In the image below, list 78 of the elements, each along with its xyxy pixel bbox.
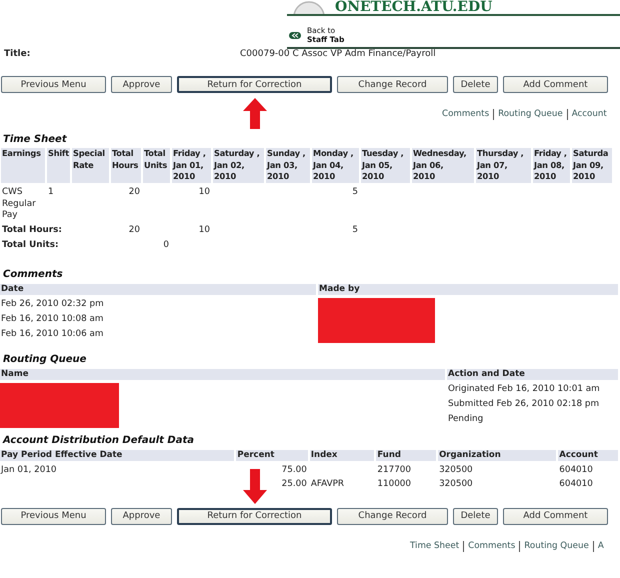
- section-title: Time Sheet: [2, 133, 68, 146]
- earnings-cell: CWS Regular Pay: [2, 187, 36, 220]
- table-cell: 10: [198, 224, 210, 234]
- table-cell: Feb 26, 2010 02:32 pm: [1, 298, 104, 308]
- table-cell: 5: [352, 224, 358, 234]
- table-cell: 1: [48, 187, 54, 197]
- action-button[interactable]: Add Comment: [503, 508, 608, 524]
- nav-link[interactable]: Comments: [442, 109, 494, 120]
- action-button[interactable]: Return for Correction: [177, 508, 332, 524]
- section-title: Account Distribution Default Data: [2, 434, 196, 446]
- section-title: Routing Queue: [2, 352, 88, 366]
- column-header: Action and Date: [447, 368, 618, 380]
- column-header: Wednesday, Jan 06, 2010: [412, 148, 474, 183]
- nav-link[interactable]: A: [592, 540, 608, 552]
- field-label: Title:: [3, 49, 32, 60]
- table-cell: Submitted Feb 26, 2010 02:18 pm: [448, 398, 600, 409]
- column-header: Tuesday , Jan 05, 2010: [361, 148, 410, 183]
- column-header: Fund: [376, 450, 436, 460]
- table-cell: 0: [163, 240, 169, 250]
- column-header: Date: [0, 284, 316, 294]
- table-cell: 604010: [559, 479, 593, 489]
- column-header: Earnings: [1, 148, 45, 183]
- column-header: Monday , Jan 04, 2010: [312, 148, 359, 183]
- table-cell: 320500: [439, 479, 473, 489]
- table-cell: 604010: [559, 464, 593, 474]
- table-cell: 75.00: [282, 464, 307, 474]
- action-button[interactable]: Return for Correction: [177, 76, 332, 93]
- action-button[interactable]: Add Comment: [503, 76, 608, 93]
- nav-link[interactable]: Comments: [463, 540, 520, 552]
- table-cell: Pending: [448, 414, 484, 424]
- column-header: Thursday , Jan 07, 2010: [476, 148, 531, 183]
- table-cell: 20: [128, 187, 140, 197]
- column-header: Shift: [47, 148, 70, 183]
- column-header: Index: [310, 450, 374, 460]
- site-logo-text[interactable]: ONETECH.ATU.EDU: [335, 0, 492, 14]
- column-header: Pay Period Effective Date: [0, 450, 234, 460]
- nav-link[interactable]: Time Sheet: [410, 540, 464, 552]
- action-button[interactable]: Delete: [453, 508, 498, 524]
- table-cell: Jan 01, 2010: [1, 464, 57, 474]
- column-header: Sunday , Jan 03, 2010: [266, 148, 310, 183]
- column-header: Made by: [318, 284, 618, 294]
- nav-link[interactable]: Account: [566, 109, 611, 120]
- action-button[interactable]: Previous Menu: [1, 76, 106, 93]
- table-cell: 25.00: [282, 479, 307, 489]
- back-chevron-icon: [289, 32, 301, 38]
- action-button[interactable]: Delete: [453, 76, 498, 93]
- section-title: Comments: [2, 268, 64, 280]
- column-header: Total Hours: [111, 148, 141, 183]
- column-header: Name: [0, 368, 445, 380]
- table-cell: Feb 16, 2010 10:08 am: [1, 314, 104, 324]
- column-header: Special Rate: [72, 148, 109, 183]
- table-cell: Originated Feb 16, 2010 10:01 am: [448, 384, 600, 394]
- column-header: Saturday , Jan 02, 2010: [213, 148, 264, 183]
- column-header: Percent: [236, 450, 308, 460]
- table-cell: Feb 16, 2010 10:06 am: [1, 329, 104, 340]
- column-header: Friday , Jan 08, 2010: [533, 148, 570, 183]
- column-header: Friday , Jan 01, 2010: [172, 148, 211, 183]
- column-header: Saturda Jan 09, 2010: [572, 148, 612, 183]
- action-button[interactable]: Previous Menu: [1, 508, 106, 524]
- action-button[interactable]: Change Record: [337, 76, 448, 93]
- action-button[interactable]: Change Record: [337, 508, 448, 524]
- nav-link[interactable]: Routing Queue: [493, 109, 567, 120]
- row-label: Total Hours:: [2, 224, 62, 234]
- table-cell: 5: [352, 187, 358, 197]
- row-label: Total Units:: [2, 240, 58, 250]
- table-cell: 20: [128, 224, 140, 234]
- table-cell: 10: [198, 187, 210, 197]
- table-cell: AFAVPR: [310, 479, 344, 489]
- table-cell: 110000: [377, 479, 412, 489]
- column-header: Account: [558, 450, 618, 460]
- table-cell: 217700: [377, 464, 412, 474]
- field-value: C00079-00 C Assoc VP Adm Finance/Payroll: [240, 49, 436, 60]
- nav-link[interactable]: Routing Queue: [519, 540, 593, 552]
- table-cell: 320500: [439, 464, 473, 474]
- column-header: Organization: [438, 450, 556, 460]
- column-header: Total Units: [143, 148, 170, 183]
- action-button[interactable]: Approve: [111, 76, 172, 93]
- action-button[interactable]: Approve: [111, 508, 172, 524]
